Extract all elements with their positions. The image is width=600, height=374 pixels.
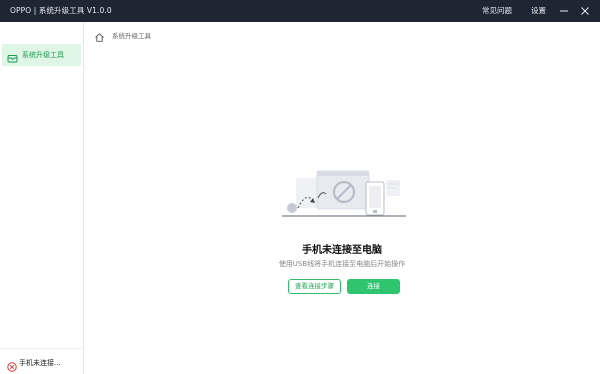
close-icon[interactable]: [578, 4, 592, 18]
home-icon[interactable]: [94, 28, 105, 42]
main-content: 系统升级工具 手机未连接至电脑 使用USB线将手机连接至电脑后开始操作 查看连接…: [84, 22, 600, 374]
app-title: OPPO | 系统升级工具 V1.0.0: [10, 6, 112, 15]
connection-status-label: 手机未连接...: [19, 359, 61, 367]
title-bar: OPPO | 系统升级工具 V1.0.0 常见问题 设置: [0, 0, 600, 22]
empty-state-description: 使用USB线将手机连接至电脑后开始操作: [278, 260, 406, 268]
settings-link[interactable]: 设置: [531, 5, 546, 16]
empty-state-title: 手机未连接至电脑: [302, 245, 382, 256]
device-upgrade-icon: [7, 49, 18, 63]
connection-status: 手机未连接...: [0, 348, 83, 374]
phone-not-connected-illustration: [282, 168, 408, 224]
sidebar-item-label: 系统升级工具: [22, 51, 64, 59]
faq-link[interactable]: 常见问题: [482, 5, 512, 16]
view-connection-steps-button[interactable]: 查看连接步骤: [288, 279, 341, 294]
disconnected-icon: [7, 357, 17, 372]
breadcrumb-current: 系统升级工具: [112, 32, 151, 40]
minimize-icon[interactable]: [557, 4, 571, 18]
sidebar: 系统升级工具 手机未连接...: [0, 22, 84, 374]
sidebar-item-system-upgrade[interactable]: 系统升级工具: [2, 44, 81, 66]
connect-button[interactable]: 连接: [347, 279, 400, 294]
